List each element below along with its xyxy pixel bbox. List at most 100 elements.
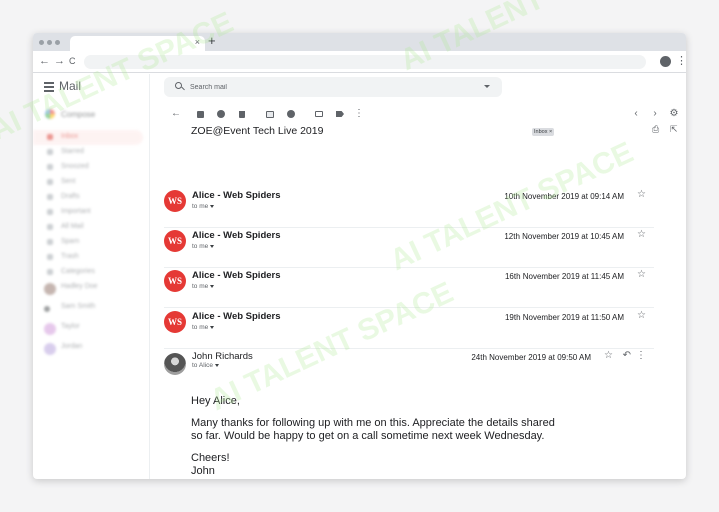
sidebar-item-important[interactable]: Important [33,205,150,220]
avatar: WS [164,311,186,333]
sidebar: Mail Compose Inbox Starred Snoozed Sent … [33,74,150,479]
browser-toolbar: ← → C ⋮ [33,51,686,73]
window-control-dot[interactable] [47,40,52,45]
folder-icon [47,269,53,275]
sidebar-item-starred[interactable]: Starred [33,145,150,160]
spam-icon [47,239,53,245]
browser-menu-icon[interactable]: ⋮ [676,54,686,67]
more-options-icon[interactable]: ⋮ [636,350,646,361]
avatar: WS [164,270,186,292]
star-icon[interactable]: ☆ [604,350,613,361]
print-icon[interactable]: ⎙ [652,124,659,135]
clock-icon [47,164,53,170]
chevron-down-icon[interactable] [210,244,215,248]
chevron-down-icon[interactable] [210,325,215,329]
contact-item[interactable]: Sam Smith [33,300,150,320]
open-message-header[interactable]: John Richards to Alice 24th November 201… [164,350,654,391]
window-control-dot[interactable] [39,40,44,45]
compose-button[interactable]: Compose [43,108,123,122]
older-icon[interactable]: › [648,107,662,121]
message-date: 10th November 2019 at 09:14 AM [504,192,624,201]
sidebar-item-drafts[interactable]: Drafts [33,190,150,205]
compose-plus-icon [45,109,55,119]
sidebar-item-spam[interactable]: Spam [33,235,150,250]
message-row[interactable]: WS Alice - Web Spiders to me 19th Novemb… [164,309,654,349]
search-input[interactable] [190,81,470,93]
star-icon [47,149,53,155]
inbox-icon [47,134,53,140]
signoff: Cheers! John [191,452,230,477]
body-paragraph: Many thanks for following up with me on … [191,417,555,442]
recipient-line[interactable]: to me [192,243,215,250]
contact-item[interactable]: Hadley Doe [33,280,150,300]
recipient-line[interactable]: to Alice [192,362,219,369]
chevron-down-icon[interactable] [210,204,215,208]
message-date: 16th November 2019 at 11:45 AM [504,272,624,281]
message-date: 12th November 2019 at 10:45 AM [504,232,624,241]
search-options-icon[interactable] [484,85,490,88]
search-icon[interactable] [175,82,182,89]
sidebar-item-categories[interactable]: Categories [33,265,150,280]
recipient-line[interactable]: to me [192,324,215,331]
greeting: Hey Alice, [191,395,240,407]
app-title: Mail [59,79,82,93]
contact-item[interactable]: Jordan [33,340,150,360]
profile-icon[interactable] [660,56,671,67]
avatar [44,283,56,295]
snooze-icon[interactable] [284,107,298,121]
close-tab-icon[interactable]: × [195,37,200,47]
message-row[interactable]: WS Alice - Web Spiders to me 12th Novemb… [164,228,654,268]
message-row[interactable]: WS Alice - Web Spiders to me 16th Novemb… [164,268,654,308]
recipient-line[interactable]: to me [192,283,215,290]
avatar [44,343,56,355]
address-bar[interactable] [84,55,646,69]
new-tab-button[interactable]: + [208,34,216,48]
sender-name: Alice - Web Spiders [192,190,281,201]
back-icon[interactable]: ← [39,54,50,68]
chevron-down-icon[interactable] [210,284,215,288]
sender-name: Alice - Web Spiders [192,311,281,322]
sidebar-item-sent[interactable]: Sent [33,175,150,190]
message-date: 24th November 2019 at 09:50 AM [471,353,591,362]
reload-icon[interactable]: C [69,54,76,68]
chevron-down-icon[interactable] [214,363,219,367]
sidebar-item-inbox[interactable]: Inbox [33,130,143,145]
delete-icon[interactable] [235,107,249,121]
send-icon [47,179,53,185]
back-to-inbox-icon[interactable]: ← [169,107,183,121]
move-to-icon[interactable] [312,107,326,121]
inbox-label-chip[interactable]: Inbox × [532,128,555,136]
open-in-new-window-icon[interactable]: ⇱ [670,124,678,135]
sidebar-item-trash[interactable]: Trash [33,250,150,265]
sidebar-item-all-mail[interactable]: All Mail [33,220,150,235]
message-row[interactable]: WS Alice - Web Spiders to me 10th Novemb… [164,188,654,228]
star-icon[interactable]: ☆ [637,310,646,321]
label-icon [47,209,53,215]
recipient-line[interactable]: to me [192,203,215,210]
hamburger-menu-icon[interactable] [44,82,54,94]
forward-icon[interactable]: → [54,54,65,68]
settings-icon[interactable]: ⚙ [667,107,681,121]
newer-icon[interactable]: ‹ [629,107,643,121]
reply-icon[interactable]: ↶ [623,350,631,361]
nav-list: Inbox Starred Snoozed Sent Drafts Import… [33,130,150,360]
search-bar[interactable] [164,77,502,97]
browser-window: × + ← → C ⋮ Mail Compose Inbox Starred S… [33,33,686,479]
sender-name: Alice - Web Spiders [192,230,281,241]
compose-label: Compose [61,110,96,119]
report-spam-icon[interactable] [214,107,228,121]
more-options-icon[interactable]: ⋮ [352,107,366,121]
sender-name: John Richards [192,351,253,362]
sidebar-item-snoozed[interactable]: Snoozed [33,160,150,175]
avatar [44,306,50,312]
thread-subject: ZOE@Event Tech Live 2019 [191,125,324,137]
star-icon[interactable]: ☆ [637,189,646,200]
star-icon[interactable]: ☆ [637,269,646,280]
archive-icon[interactable] [193,107,207,121]
browser-tab[interactable]: × [70,36,205,51]
label-icon[interactable] [333,107,347,121]
contact-item[interactable]: Taylor [33,320,150,340]
mark-unread-icon[interactable] [263,107,277,121]
window-control-dot[interactable] [55,40,60,45]
star-icon[interactable]: ☆ [637,229,646,240]
